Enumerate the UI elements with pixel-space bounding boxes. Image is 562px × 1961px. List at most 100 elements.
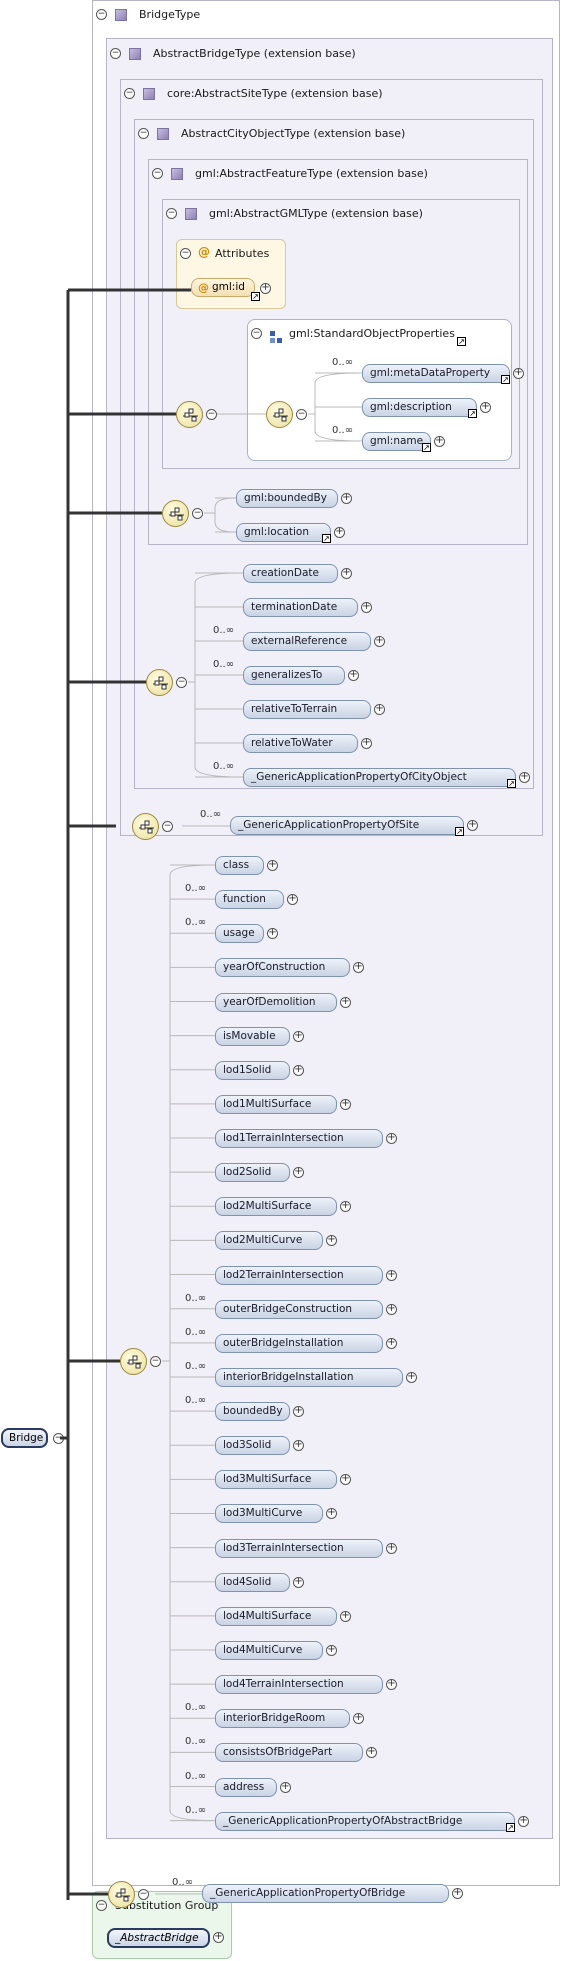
element-gml-location[interactable]: gml:location — [236, 523, 331, 542]
expand-element-toggle[interactable]: + — [326, 1644, 337, 1656]
expand-element-toggle[interactable]: + — [340, 1610, 351, 1622]
element-genericapplicationpropertyofbridge[interactable]: _GenericApplicationPropertyOfBridge — [202, 1884, 449, 1903]
element-lod2solid[interactable]: lod2Solid — [215, 1163, 290, 1183]
reference-arrow-icon[interactable]: ↗ — [506, 1822, 515, 1832]
expand-element-toggle[interactable]: + — [340, 1201, 351, 1213]
expand-element-toggle[interactable]: + — [267, 860, 278, 871]
element-lod2multicurve[interactable]: lod2MultiCurve — [215, 1231, 323, 1251]
reference-arrow-icon[interactable]: ↗ — [322, 534, 331, 543]
element-lod3multicurve[interactable]: lod3MultiCurve — [215, 1504, 323, 1524]
expand-element-toggle[interactable]: + — [340, 1474, 351, 1486]
expand-element-toggle[interactable]: + — [386, 1303, 397, 1315]
element-externalreference[interactable]: externalReference — [243, 632, 371, 651]
expand-element-toggle[interactable]: + — [326, 1235, 337, 1247]
element-usage[interactable]: usage — [215, 924, 264, 944]
element-address[interactable]: address — [215, 1777, 277, 1797]
element-lod2multisurface[interactable]: lod2MultiSurface — [215, 1197, 337, 1217]
expand-element-toggle[interactable]: + — [293, 1406, 304, 1418]
element-ismovable[interactable]: isMovable — [215, 1026, 290, 1046]
element-lod3solid[interactable]: lod3Solid — [215, 1436, 290, 1456]
expand-element-toggle[interactable]: + — [293, 1576, 304, 1588]
reference-arrow-icon[interactable]: ↗ — [501, 375, 510, 384]
sequence-compositor-abstract-bridge[interactable] — [120, 1348, 147, 1375]
expand-element-toggle[interactable]: + — [293, 1030, 304, 1042]
sequence-compositor-abstract-gml[interactable] — [176, 401, 203, 428]
expand-element-toggle[interactable]: + — [348, 670, 359, 681]
expand-element-toggle[interactable]: + — [334, 527, 345, 538]
expand-element-toggle[interactable]: + — [434, 436, 445, 447]
collapse-sequence-toggle[interactable]: − — [162, 821, 173, 832]
reference-arrow-icon[interactable]: ↗ — [455, 827, 464, 836]
element-gml-metadataproperty[interactable]: gml:metaDataProperty — [362, 364, 510, 383]
reference-arrow-icon[interactable]: ↗ — [422, 443, 431, 452]
reference-arrow-icon[interactable]: ↗ — [507, 779, 516, 788]
element-genericapplicationpropertyofsite[interactable]: _GenericApplicationPropertyOfSite — [230, 816, 464, 835]
element-consistsofbridgepart[interactable]: consistsOfBridgePart — [215, 1743, 363, 1763]
reference-arrow-icon[interactable]: ↗ — [468, 409, 477, 418]
expand-element-toggle[interactable]: + — [293, 1167, 304, 1179]
expand-element-toggle[interactable]: + — [293, 1440, 304, 1452]
expand-element-toggle[interactable]: + — [467, 820, 478, 831]
collapse-sequence-toggle[interactable]: − — [192, 508, 203, 519]
expand-element-toggle[interactable]: + — [406, 1371, 417, 1383]
expand-element-toggle[interactable]: + — [353, 1713, 364, 1725]
element-boundedby[interactable]: boundedBy — [215, 1402, 290, 1422]
expand-element-toggle[interactable]: + — [326, 1508, 337, 1520]
element-interiorbridgeinstallation[interactable]: interiorBridgeInstallation — [215, 1367, 403, 1387]
element-outerbridgeconstruction[interactable]: outerBridgeConstruction — [215, 1299, 383, 1319]
expand-element-toggle[interactable]: + — [480, 402, 491, 413]
expand-element-toggle[interactable]: + — [386, 1679, 397, 1691]
sequence-compositor-bridge-type[interactable] — [108, 1881, 135, 1908]
expand-element-toggle[interactable]: + — [280, 1781, 291, 1793]
element-lod3multisurface[interactable]: lod3MultiSurface — [215, 1470, 337, 1490]
sequence-compositor-city-object[interactable] — [146, 669, 173, 696]
element-interiorbridgeroom[interactable]: interiorBridgeRoom — [215, 1709, 350, 1729]
expand-element-toggle[interactable]: + — [518, 1815, 529, 1827]
expand-element-toggle[interactable]: + — [374, 704, 385, 715]
expand-element-toggle[interactable]: + — [386, 1542, 397, 1554]
expand-element-toggle[interactable]: + — [340, 1098, 351, 1110]
expand-element-toggle[interactable]: + — [386, 1269, 397, 1281]
collapse-sequence-toggle[interactable]: − — [206, 409, 217, 420]
element-lod1solid[interactable]: lod1Solid — [215, 1060, 290, 1080]
element-lod4solid[interactable]: lod4Solid — [215, 1572, 290, 1592]
element-lod4multisurface[interactable]: lod4MultiSurface — [215, 1606, 337, 1626]
element-lod1terrainintersection[interactable]: lod1TerrainIntersection — [215, 1129, 383, 1149]
sequence-compositor-feature[interactable] — [162, 500, 189, 527]
collapse-sequence-toggle[interactable]: − — [150, 1356, 161, 1367]
collapse-sequence-toggle[interactable]: − — [176, 677, 187, 688]
element-gml-description[interactable]: gml:description — [362, 398, 477, 417]
expand-element-toggle[interactable]: + — [361, 602, 372, 613]
expand-element-toggle[interactable]: + — [519, 772, 530, 783]
element-generalizesto[interactable]: generalizesTo — [243, 666, 345, 685]
expand-element-toggle[interactable]: + — [386, 1133, 397, 1145]
expand-element-toggle[interactable]: + — [340, 996, 351, 1008]
element-lod2terrainintersection[interactable]: lod2TerrainIntersection — [215, 1265, 383, 1285]
expand-element-toggle[interactable]: + — [386, 1337, 397, 1349]
element-lod4terrainintersection[interactable]: lod4TerrainIntersection — [215, 1675, 383, 1695]
sequence-compositor-standard-object-properties[interactable] — [266, 401, 293, 428]
expand-element-toggle[interactable]: + — [513, 368, 524, 379]
collapse-sequence-toggle[interactable]: − — [138, 1889, 149, 1900]
expand-element-toggle[interactable]: + — [361, 738, 372, 749]
element-yearofdemolition[interactable]: yearOfDemolition — [215, 992, 337, 1012]
collapse-sequence-toggle[interactable]: − — [296, 409, 307, 420]
expand-element-toggle[interactable]: + — [287, 894, 298, 906]
element-gml-boundedby[interactable]: gml:boundedBy — [236, 489, 338, 508]
element-creationdate[interactable]: creationDate — [243, 564, 338, 583]
expand-element-toggle[interactable]: + — [267, 928, 278, 940]
expand-element-toggle[interactable]: + — [293, 1064, 304, 1076]
expand-element-toggle[interactable]: + — [341, 493, 352, 504]
element-lod4multicurve[interactable]: lod4MultiCurve — [215, 1640, 323, 1660]
element-genericapplicationpropertyofcityobject[interactable]: _GenericApplicationPropertyOfCityObject — [243, 768, 516, 787]
element-relativetoterrain[interactable]: relativeToTerrain — [243, 700, 371, 719]
expand-element-toggle[interactable]: + — [366, 1747, 377, 1759]
expand-element-toggle[interactable]: + — [374, 636, 385, 647]
sequence-compositor-site[interactable] — [132, 813, 159, 840]
element-class[interactable]: class — [215, 856, 264, 875]
element-lod1multisurface[interactable]: lod1MultiSurface — [215, 1094, 337, 1114]
element-yearofconstruction[interactable]: yearOfConstruction — [215, 958, 350, 978]
element-genericapplicationpropertyofabstractbridge[interactable]: _GenericApplicationPropertyOfAbstractBri… — [215, 1811, 515, 1831]
expand-element-toggle[interactable]: + — [452, 1888, 463, 1899]
element-outerbridgeinstallation[interactable]: outerBridgeInstallation — [215, 1333, 383, 1353]
